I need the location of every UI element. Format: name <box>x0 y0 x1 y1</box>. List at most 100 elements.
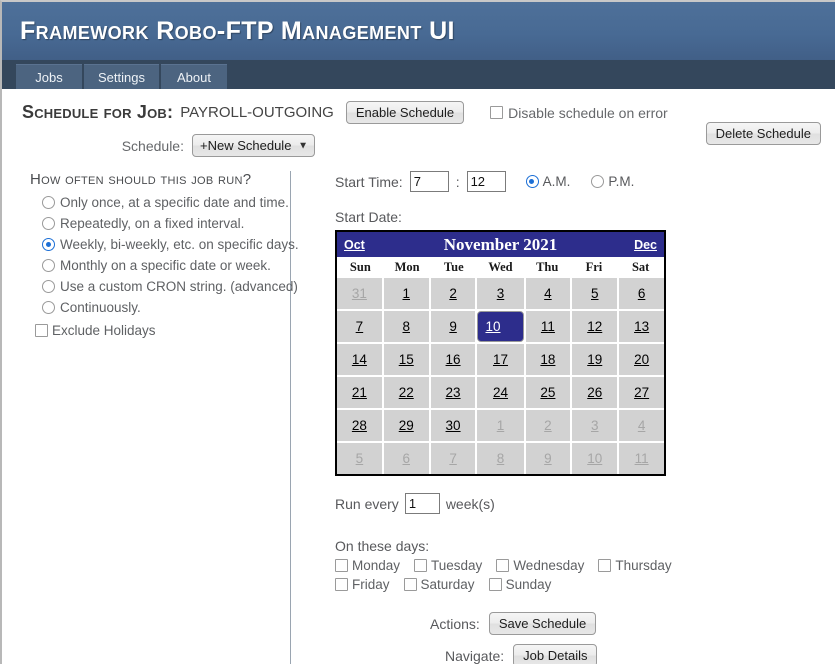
weekday-sunday-checkbox[interactable] <box>488 578 502 591</box>
calendar-day-cell[interactable]: 8 <box>477 443 524 474</box>
pm-radio-group[interactable]: P.M. <box>591 174 634 189</box>
calendar-day-cell[interactable]: 2 <box>430 278 476 309</box>
calendar-day-cell[interactable]: 15 <box>383 344 429 375</box>
calendar-day-cell[interactable]: 22 <box>383 377 429 408</box>
weekday-thursday-group[interactable]: Thursday <box>598 558 672 573</box>
frequency-radio-4[interactable] <box>42 280 55 293</box>
frequency-radio-1[interactable] <box>42 217 55 230</box>
am-radio-group[interactable]: A.M. <box>525 174 570 189</box>
calendar-day-name: Tue <box>443 260 464 274</box>
frequency-option-label: Repeatedly, on a fixed interval. <box>60 216 245 231</box>
weekday-label: Thursday <box>615 558 672 573</box>
frequency-option-4[interactable]: Use a custom CRON string. (advanced) <box>30 276 298 297</box>
calendar-day-cell[interactable]: 18 <box>525 344 571 375</box>
disable-on-error-checkbox[interactable] <box>490 106 504 119</box>
job-details-button[interactable]: Job Details <box>513 644 598 664</box>
calendar-day-cell[interactable]: 29 <box>383 410 429 441</box>
calendar-day-cell[interactable]: 20 <box>619 344 664 375</box>
calendar-day-cell[interactable]: 7 <box>337 311 382 342</box>
calendar-day-cell[interactable]: 10 <box>572 443 618 474</box>
disable-on-error-checkbox-group[interactable]: Disable schedule on error <box>490 105 668 121</box>
weekday-thursday-checkbox[interactable] <box>598 559 612 572</box>
weekday-friday-group[interactable]: Friday <box>335 577 390 592</box>
frequency-radio-3[interactable] <box>42 259 55 272</box>
calendar-day-cell[interactable]: 12 <box>572 311 618 342</box>
calendar-day-cell[interactable]: 19 <box>572 344 618 375</box>
calendar-day-cell[interactable]: 11 <box>619 443 664 474</box>
tab-settings[interactable]: Settings <box>84 64 159 89</box>
calendar-day-cell[interactable]: 25 <box>525 377 571 408</box>
weekday-monday-group[interactable]: Monday <box>335 558 400 573</box>
calendar-day-cell[interactable]: 4 <box>525 278 571 309</box>
frequency-option-0[interactable]: Only once, at a specific date and time. <box>30 192 290 213</box>
calendar-day-selected[interactable]: 10 <box>477 311 524 342</box>
tab-about[interactable]: About <box>160 64 227 89</box>
enable-schedule-button[interactable]: Enable Schedule <box>345 101 465 124</box>
calendar-day-cell[interactable]: 31 <box>337 278 382 309</box>
start-date-calendar: Oct November 2021 Dec Sun Mon Tue Wed Thu Fri… <box>335 230 666 476</box>
weekday-label: Sunday <box>505 577 552 592</box>
weekday-saturday-group[interactable]: Saturday <box>403 577 475 592</box>
save-schedule-button[interactable]: Save Schedule <box>488 612 597 635</box>
calendar-next-month-link[interactable]: Dec <box>634 238 657 252</box>
tab-jobs[interactable]: Jobs <box>16 64 82 89</box>
calendar-day-cell[interactable]: 16 <box>430 344 476 375</box>
calendar-day-cell[interactable]: 5 <box>337 443 382 474</box>
frequency-radio-2[interactable] <box>42 238 55 251</box>
calendar-day-cell[interactable]: 6 <box>383 443 429 474</box>
job-name-value: PAYROLL-OUTGOING <box>180 104 334 121</box>
calendar-prev-month-link[interactable]: Oct <box>344 238 365 252</box>
calendar-day-cell[interactable]: 24 <box>477 377 524 408</box>
weekday-monday-checkbox[interactable] <box>335 559 348 572</box>
calendar-header: Oct November 2021 Dec <box>337 232 664 257</box>
weekday-sunday-group[interactable]: Sunday <box>488 577 552 592</box>
run-every-interval-input[interactable] <box>404 493 440 514</box>
calendar-day-cell[interactable]: 11 <box>525 311 571 342</box>
frequency-option-3[interactable]: Monthly on a specific date or week. <box>30 255 290 276</box>
calendar-day-cell[interactable]: 26 <box>572 377 618 408</box>
calendar-day-cell[interactable]: 9 <box>525 443 571 474</box>
calendar-day-cell[interactable]: 28 <box>337 410 382 441</box>
calendar-day-cell[interactable]: 1 <box>477 410 524 441</box>
calendar-day-cell[interactable]: 2 <box>525 410 571 441</box>
calendar-day-cell[interactable]: 13 <box>619 311 664 342</box>
calendar-day-cell[interactable]: 6 <box>619 278 664 309</box>
calendar-day-cell[interactable]: 23 <box>430 377 476 408</box>
delete-schedule-button[interactable]: Delete Schedule <box>705 122 821 145</box>
weekday-tuesday-group[interactable]: Tuesday <box>414 558 482 573</box>
main-tab-bar: Jobs Settings About <box>2 60 835 89</box>
frequency-option-2[interactable]: Weekly, bi-weekly, etc. on specific days… <box>30 234 299 255</box>
calendar-day-cell[interactable]: 21 <box>337 377 382 408</box>
calendar-day-cell[interactable]: 3 <box>477 278 524 309</box>
calendar-day-cell[interactable]: 30 <box>430 410 476 441</box>
calendar-day-cell[interactable]: 27 <box>619 377 664 408</box>
weekday-wednesday-checkbox[interactable] <box>496 559 510 572</box>
pm-radio[interactable] <box>591 175 605 188</box>
weekday-tuesday-checkbox[interactable] <box>414 559 428 572</box>
start-time-label: Start Time: <box>335 173 403 190</box>
calendar-day-cell[interactable]: 3 <box>572 410 618 441</box>
weekday-wednesday-group[interactable]: Wednesday <box>496 558 584 573</box>
am-radio[interactable] <box>525 175 539 188</box>
calendar-day-cell[interactable]: 17 <box>477 344 524 375</box>
weekday-saturday-checkbox[interactable] <box>403 578 417 591</box>
frequency-radio-0[interactable] <box>42 196 55 209</box>
frequency-radio-5[interactable] <box>42 301 55 314</box>
calendar-day-cell[interactable]: 7 <box>430 443 476 474</box>
frequency-option-label: Use a custom CRON string. (advanced) <box>60 279 298 294</box>
exclude-holidays-checkbox[interactable] <box>35 324 48 337</box>
weekday-friday-checkbox[interactable] <box>335 578 348 591</box>
start-time-hour-input[interactable] <box>409 171 449 192</box>
frequency-option-5[interactable]: Continuously. <box>30 297 290 318</box>
calendar-day-cell[interactable]: 9 <box>430 311 476 342</box>
schedule-select[interactable]: +New Schedule <box>192 134 315 157</box>
calendar-day-name: Sat <box>631 260 650 274</box>
calendar-day-cell[interactable]: 14 <box>337 344 382 375</box>
calendar-day-cell[interactable]: 5 <box>572 278 618 309</box>
calendar-day-cell[interactable]: 1 <box>383 278 429 309</box>
calendar-day-cell[interactable]: 4 <box>619 410 664 441</box>
start-time-minute-input[interactable] <box>466 171 506 192</box>
calendar-day-cell[interactable]: 8 <box>383 311 429 342</box>
exclude-holidays-group[interactable]: Exclude Holidays <box>30 318 290 338</box>
frequency-option-1[interactable]: Repeatedly, on a fixed interval. <box>30 213 290 234</box>
